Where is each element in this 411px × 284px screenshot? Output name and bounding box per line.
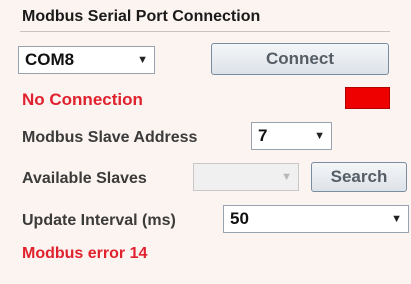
chevron-down-icon: ▼ [137,54,148,66]
available-slaves-label: Available Slaves [22,170,147,187]
slave-address-value: 7 [258,126,268,145]
search-button[interactable]: Search [311,162,407,192]
slave-address-dropdown[interactable]: 7 ▼ [251,122,332,150]
com-port-value: COM8 [25,50,75,69]
chevron-down-icon: ▼ [314,130,325,142]
update-interval-label: Update Interval (ms) [22,212,176,229]
chevron-down-icon: ▼ [281,171,292,183]
update-interval-value: 50 [230,209,249,228]
com-port-dropdown[interactable]: COM8 ▼ [18,46,155,74]
slave-address-label: Modbus Slave Address [22,129,198,146]
update-interval-dropdown[interactable]: 50 ▼ [223,205,409,233]
available-slaves-dropdown[interactable]: ▼ [193,163,299,191]
chevron-down-icon: ▼ [391,213,402,225]
connection-status: No Connection [22,90,143,109]
section-title: Modbus Serial Port Connection [22,8,261,25]
section-divider [20,31,390,32]
connection-indicator [345,87,390,109]
error-message: Modbus error 14 [22,245,148,262]
connect-button[interactable]: Connect [211,43,389,75]
